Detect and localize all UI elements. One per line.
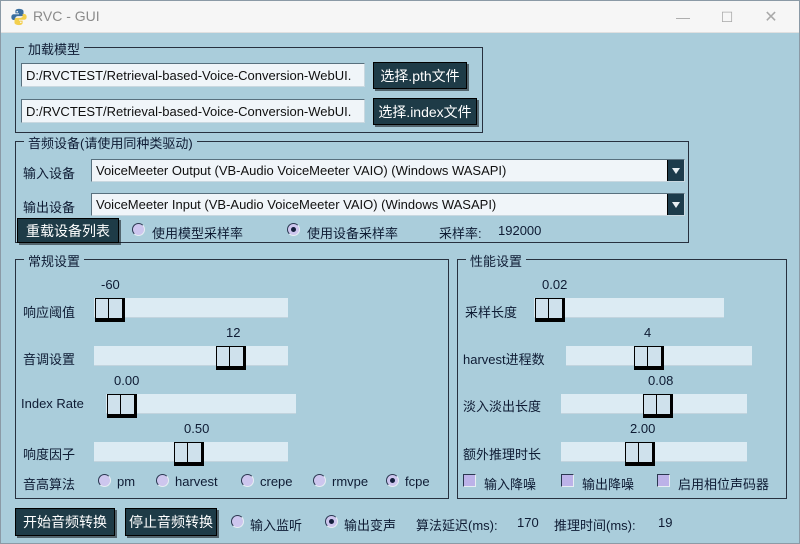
extra-inference-time-value: 2.00 bbox=[630, 421, 655, 436]
output-device-label: 输出设备 bbox=[23, 197, 75, 216]
phase-vocoder-label[interactable]: 启用相位声码器 bbox=[678, 474, 769, 493]
pitch-algo-rmvpe-label[interactable]: rmvpe bbox=[332, 474, 368, 489]
pitch-algo-pm-radio[interactable] bbox=[98, 474, 111, 487]
crossfade-length-slider-handle[interactable] bbox=[643, 394, 673, 418]
crossfade-length-value: 0.08 bbox=[648, 373, 673, 388]
pitch-algo-fcpe-radio[interactable] bbox=[386, 474, 399, 487]
harvest-processes-slider-track[interactable] bbox=[566, 346, 752, 366]
loudness-factor-slider-track[interactable] bbox=[94, 442, 288, 462]
pitch-algo-rmvpe-radio[interactable] bbox=[313, 474, 326, 487]
index-rate-label: Index Rate bbox=[21, 396, 84, 411]
input-monitor-radio[interactable] bbox=[231, 515, 244, 528]
pitch-setting-slider-handle[interactable] bbox=[216, 346, 246, 370]
loudness-factor-value: 0.50 bbox=[184, 421, 209, 436]
start-conversion-button[interactable]: 开始音频转换 bbox=[15, 508, 115, 536]
extra-inference-time-slider-handle[interactable] bbox=[625, 442, 655, 466]
input-denoise-label[interactable]: 输入降噪 bbox=[484, 474, 536, 493]
load-model-group-title: 加载模型 bbox=[24, 39, 84, 58]
input-monitor-label[interactable]: 输入监听 bbox=[250, 515, 302, 534]
audio-devices-group-title: 音频设备(请使用同种类驱动) bbox=[24, 133, 197, 152]
inference-time-label: 推理时间(ms): bbox=[554, 515, 636, 534]
crossfade-length-label: 淡入淡出长度 bbox=[463, 396, 541, 415]
stop-conversion-button[interactable]: 停止音频转换 bbox=[125, 508, 217, 536]
pitch-algo-pm-label[interactable]: pm bbox=[117, 474, 135, 489]
python-app-icon bbox=[10, 8, 28, 26]
index-rate-value: 0.00 bbox=[114, 373, 139, 388]
input-device-select[interactable]: VoiceMeeter Output (VB-Audio VoiceMeeter… bbox=[91, 159, 685, 182]
index-path-input[interactable] bbox=[21, 99, 365, 123]
input-device-label: 输入设备 bbox=[23, 163, 75, 182]
output-voice-radio[interactable] bbox=[325, 515, 338, 528]
pitch-algo-harvest-label[interactable]: harvest bbox=[175, 474, 218, 489]
app-window: RVC - GUI — ☐ ✕ 加载模型 选择.pth文件 选择.index文件… bbox=[0, 0, 800, 544]
crossfade-length-slider-track[interactable] bbox=[561, 394, 747, 414]
latency-value: 170 bbox=[517, 515, 539, 530]
pitch-setting-slider-track[interactable] bbox=[94, 346, 288, 366]
threshold-label: 响应阈值 bbox=[23, 302, 75, 321]
pitch-algo-harvest-radio[interactable] bbox=[156, 474, 169, 487]
close-button[interactable]: ✕ bbox=[749, 1, 793, 33]
input-denoise-checkbox[interactable] bbox=[463, 474, 476, 487]
harvest-processes-label: harvest进程数 bbox=[463, 349, 545, 368]
extra-inference-time-slider-track[interactable] bbox=[561, 442, 747, 462]
pitch-algo-crepe-radio[interactable] bbox=[241, 474, 254, 487]
pth-path-input[interactable] bbox=[21, 63, 365, 87]
latency-label: 算法延迟(ms): bbox=[416, 515, 498, 534]
use-model-samplerate-radio[interactable] bbox=[132, 223, 145, 236]
threshold-slider-handle[interactable] bbox=[95, 298, 125, 322]
output-voice-label[interactable]: 输出变声 bbox=[344, 515, 396, 534]
output-denoise-label[interactable]: 输出降噪 bbox=[582, 474, 634, 493]
threshold-value: -60 bbox=[101, 277, 120, 292]
sample-length-label: 采样长度 bbox=[465, 302, 517, 321]
threshold-slider-track[interactable] bbox=[94, 298, 288, 318]
sample-length-value: 0.02 bbox=[542, 277, 567, 292]
loudness-factor-label: 响度因子 bbox=[23, 444, 75, 463]
general-settings-group-title: 常规设置 bbox=[24, 251, 84, 270]
output-device-dropdown-arrow-icon[interactable] bbox=[667, 194, 684, 215]
minimize-button[interactable]: — bbox=[661, 1, 705, 33]
pitch-setting-value: 12 bbox=[226, 325, 240, 340]
inference-time-value: 19 bbox=[658, 515, 672, 530]
index-rate-slider-track[interactable] bbox=[106, 394, 296, 414]
select-index-button[interactable]: 选择.index文件 bbox=[373, 98, 477, 125]
reload-devices-button[interactable]: 重载设备列表 bbox=[17, 218, 119, 243]
loudness-factor-slider-handle[interactable] bbox=[174, 442, 204, 466]
performance-settings-group-title: 性能设置 bbox=[466, 251, 526, 270]
general-settings-group: 常规设置 bbox=[15, 259, 449, 499]
performance-settings-group: 性能设置 bbox=[457, 259, 787, 499]
samplerate-label: 采样率: bbox=[439, 223, 482, 242]
samplerate-value: 192000 bbox=[498, 223, 541, 238]
pitch-algo-label: 音高算法 bbox=[23, 474, 75, 493]
pitch-setting-label: 音调设置 bbox=[23, 349, 75, 368]
pitch-algo-crepe-label[interactable]: crepe bbox=[260, 474, 293, 489]
harvest-processes-value: 4 bbox=[644, 325, 651, 340]
extra-inference-time-label: 额外推理时长 bbox=[463, 444, 541, 463]
sample-length-slider-track[interactable] bbox=[534, 298, 724, 318]
window-title: RVC - GUI bbox=[33, 8, 100, 24]
pitch-algo-fcpe-label[interactable]: fcpe bbox=[405, 474, 430, 489]
use-model-samplerate-label[interactable]: 使用模型采样率 bbox=[152, 223, 243, 242]
index-rate-slider-handle[interactable] bbox=[107, 394, 137, 418]
harvest-processes-slider-handle[interactable] bbox=[634, 346, 664, 370]
title-bar: RVC - GUI — ☐ ✕ bbox=[1, 1, 799, 33]
use-device-samplerate-label[interactable]: 使用设备采样率 bbox=[307, 223, 398, 242]
sample-length-slider-handle[interactable] bbox=[535, 298, 565, 322]
phase-vocoder-checkbox[interactable] bbox=[657, 474, 670, 487]
input-device-dropdown-arrow-icon[interactable] bbox=[667, 160, 684, 181]
output-device-select[interactable]: VoiceMeeter Input (VB-Audio VoiceMeeter … bbox=[91, 193, 685, 216]
output-denoise-checkbox[interactable] bbox=[561, 474, 574, 487]
use-device-samplerate-radio[interactable] bbox=[287, 223, 300, 236]
select-pth-button[interactable]: 选择.pth文件 bbox=[373, 62, 467, 89]
maximize-button[interactable]: ☐ bbox=[705, 1, 749, 33]
